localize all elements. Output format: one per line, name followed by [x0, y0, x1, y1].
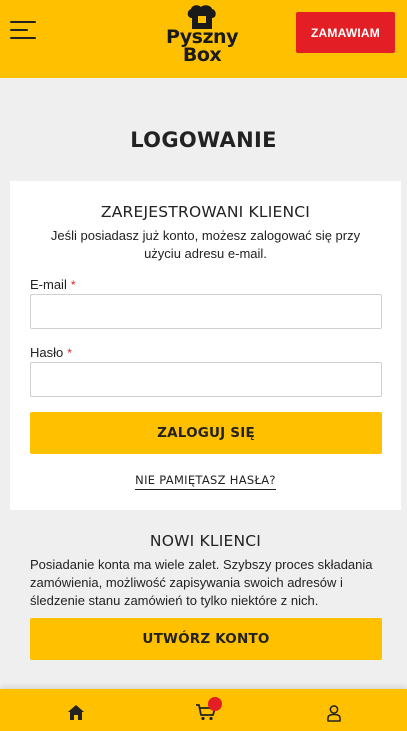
- bottom-nav: [0, 689, 407, 731]
- home-icon[interactable]: [46, 689, 106, 731]
- forgot-password-text[interactable]: NIE PAMIĘTASZ HASŁA?: [135, 473, 276, 490]
- new-customers-description: Posiadanie konta ma wiele zalet. Szybszy…: [30, 557, 373, 608]
- new-customers-title: NOWI KLIENCI: [149, 532, 262, 550]
- logo[interactable]: Pyszny Box: [150, 2, 254, 68]
- header: Pyszny Box ZAMAWIAM: [0, 0, 407, 78]
- required-mark: *: [70, 278, 76, 292]
- password-label: Hasło *: [30, 345, 72, 360]
- forgot-password-link[interactable]: NIE PAMIĘTASZ HASŁA?: [10, 473, 401, 490]
- required-mark: *: [67, 346, 72, 360]
- email-field[interactable]: [30, 294, 382, 329]
- create-account-button[interactable]: UTWÓRZ KONTO: [30, 618, 382, 660]
- page-title: LOGOWANIE: [130, 128, 277, 152]
- new-customers-section: NOWI KLIENCI Posiadanie konta ma wiele z…: [10, 510, 401, 670]
- user-icon[interactable]: [304, 689, 364, 731]
- login-button[interactable]: ZALOGUJ SIĘ: [30, 412, 382, 454]
- registered-customers-title: ZAREJESTROWANI KLIENCI: [100, 203, 311, 221]
- password-label-text: Hasło: [30, 345, 64, 360]
- order-button[interactable]: ZAMAWIAM: [296, 12, 395, 53]
- email-label-text: E-mail: [30, 277, 67, 292]
- cart-icon[interactable]: [176, 689, 236, 731]
- email-label: E-mail *: [30, 277, 76, 292]
- registered-customers-description: Jeśli posiadasz już konto, możesz zalogo…: [50, 228, 361, 261]
- menu-icon[interactable]: [10, 19, 36, 41]
- logo-text-line2: Box: [182, 44, 222, 66]
- cart-badge: [208, 697, 222, 711]
- password-field[interactable]: [30, 362, 382, 397]
- registered-customers-section: ZAREJESTROWANI KLIENCI Jeśli posiadasz j…: [10, 181, 401, 510]
